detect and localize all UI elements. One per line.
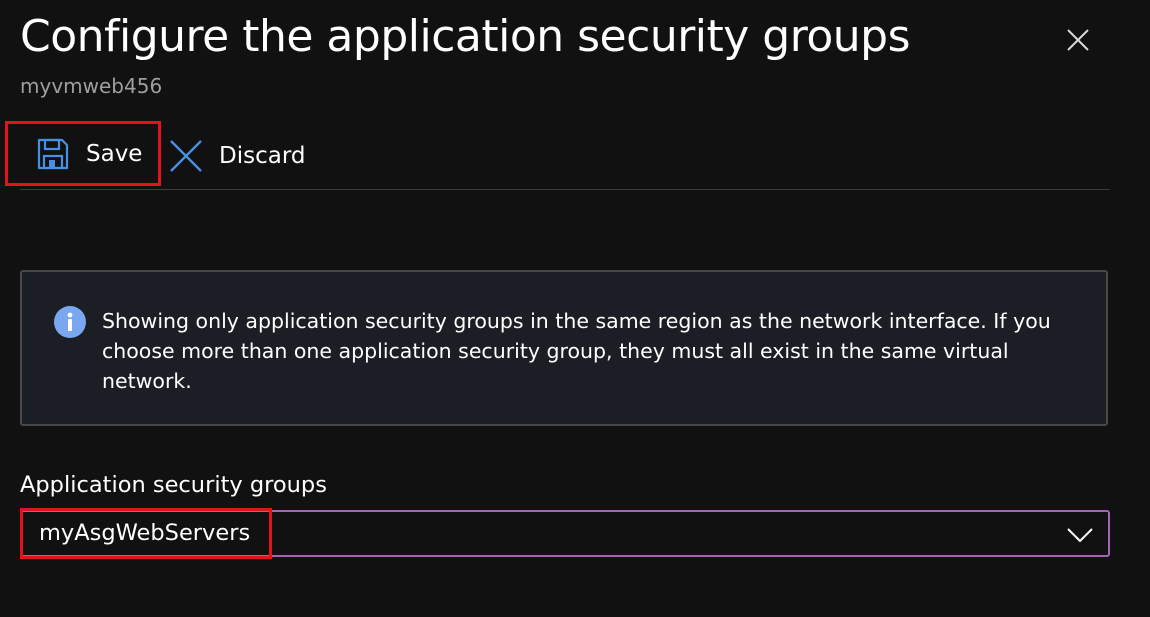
save-button[interactable]: Save: [5, 121, 161, 186]
save-label: Save: [86, 140, 143, 167]
configure-asg-panel: Configure the application security group…: [0, 0, 1150, 617]
info-message-text: Showing only application security groups…: [102, 309, 1051, 393]
chevron-down-icon: [1066, 526, 1094, 544]
info-icon: [54, 306, 86, 338]
asg-selected-value: myAsgWebServers: [20, 508, 272, 559]
save-icon: [36, 137, 70, 171]
close-icon: [1060, 22, 1096, 58]
asg-field-label: Application security groups: [20, 472, 327, 498]
page-title: Configure the application security group…: [20, 11, 911, 62]
discard-button[interactable]: Discard: [168, 127, 305, 185]
asg-dropdown[interactable]: myAsgWebServers: [20, 508, 1110, 559]
resource-subtitle: myvmweb456: [20, 74, 163, 98]
close-button[interactable]: [1060, 22, 1096, 58]
discard-label: Discard: [219, 143, 306, 169]
discard-icon: [168, 138, 204, 174]
info-message-box: Showing only application security groups…: [20, 270, 1108, 426]
command-bar: Save Discard: [5, 121, 1110, 190]
